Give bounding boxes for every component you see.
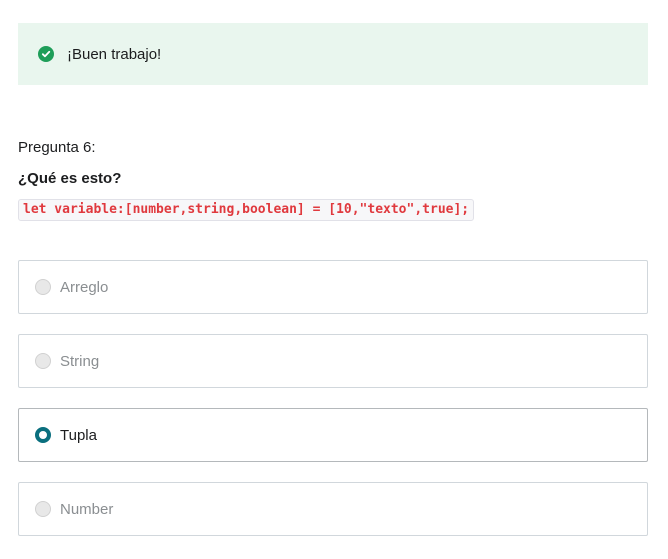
feedback-banner: ¡Buen trabajo!	[18, 23, 648, 85]
check-circle-icon	[38, 46, 54, 62]
radio-unselected-icon[interactable]	[35, 353, 51, 369]
answer-option-string[interactable]: String	[18, 334, 648, 388]
answer-option-number[interactable]: Number	[18, 482, 648, 536]
code-snippet: let variable:[number,string,boolean] = […	[18, 199, 475, 221]
question-number: Pregunta 6:	[18, 139, 96, 156]
question-title: ¿Qué es esto?	[18, 170, 122, 187]
radio-selected-icon[interactable]	[35, 427, 51, 443]
answer-option-label: Number	[60, 500, 114, 518]
radio-unselected-icon[interactable]	[35, 279, 51, 295]
radio-unselected-icon[interactable]	[35, 501, 51, 517]
feedback-message: ¡Buen trabajo!	[67, 45, 162, 63]
answer-option-label: Tupla	[60, 426, 97, 444]
answer-option-arreglo[interactable]: Arreglo	[18, 260, 648, 314]
answer-option-tupla[interactable]: Tupla	[18, 408, 648, 462]
answer-option-label: Arreglo	[60, 278, 109, 296]
answer-option-label: String	[60, 352, 100, 370]
